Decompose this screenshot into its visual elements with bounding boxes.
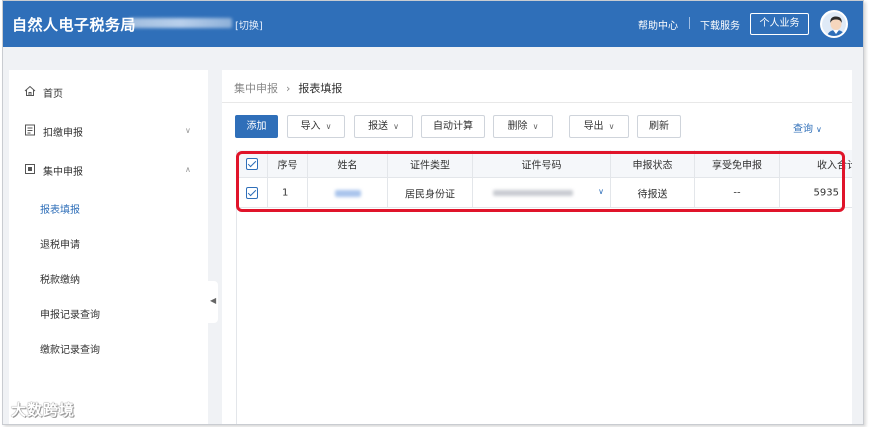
chevron-left-icon: ◀: [210, 296, 217, 305]
document-icon: [25, 124, 35, 136]
watermark-text: 大数跨境: [11, 401, 76, 419]
help-center-link[interactable]: 帮助中心: [638, 17, 678, 32]
download-service-link[interactable]: 下载服务: [700, 17, 740, 32]
blurred-id-number: [493, 189, 573, 196]
column-header: 申报状态: [611, 150, 695, 177]
index-cell: 1: [268, 178, 308, 207]
chevron-down-icon: ∨: [185, 126, 191, 135]
chevron-down-icon: ∨: [393, 122, 399, 131]
name-cell: [308, 178, 388, 207]
sidebar-subitem-tax-payment[interactable]: 税款缴纳: [40, 271, 80, 286]
sidebar-collapse-handle[interactable]: ◀: [208, 281, 218, 323]
export-button-label: 导出: [583, 121, 604, 132]
query-label: 查询: [793, 124, 813, 135]
breadcrumb-separator: ›: [286, 82, 291, 95]
app-window: 自然人电子税务局 [切换] 帮助中心 下载服务 个人业务 首页 扣缴申报 ∨ 集…: [2, 0, 864, 425]
user-avatar[interactable]: [820, 10, 848, 38]
site-brand: 自然人电子税务局: [12, 16, 137, 34]
submit-button[interactable]: 报送 ∨: [354, 115, 413, 138]
auto-calc-button[interactable]: 自动计算: [421, 115, 485, 138]
id-type-cell: 居民身份证: [388, 178, 473, 207]
query-toggle[interactable]: 查询 ∨: [793, 120, 822, 135]
exempt-cell: --: [695, 178, 780, 207]
table-header-row: 序号 姓名 证件类型 证件号码 申报状态 享受免申报 收入合计: [237, 150, 852, 178]
chevron-down-icon: ∨: [532, 122, 539, 131]
column-header: 证件类型: [388, 150, 473, 177]
delete-button-label: 删除: [507, 121, 528, 132]
refresh-button[interactable]: 刷新: [637, 115, 681, 138]
column-header: 收入合计: [817, 160, 852, 171]
export-button[interactable]: 导出 ∨: [569, 115, 629, 138]
sidebar-item-label: 首页: [43, 89, 63, 100]
sidebar-item-home[interactable]: 首页: [9, 77, 208, 107]
chevron-down-icon: ∨: [816, 125, 822, 134]
column-header: 序号: [268, 150, 308, 177]
personal-business-button[interactable]: 个人业务: [750, 13, 809, 35]
delete-button[interactable]: 删除 ∨: [493, 115, 553, 138]
select-all-cell: [237, 150, 268, 177]
chevron-down-icon: ∨: [325, 122, 332, 131]
column-header: 姓名: [308, 150, 388, 177]
id-number-cell: ∨: [473, 178, 611, 207]
avatar-icon: [822, 12, 846, 36]
top-header: 自然人电子税务局 [切换] 帮助中心 下载服务 个人业务: [3, 1, 863, 47]
breadcrumb: 集中申报 › 报表填报: [234, 80, 342, 96]
blurred-name: [334, 189, 361, 197]
sidebar-item-label: 集中申报: [43, 167, 83, 178]
table-row[interactable]: 1 居民身份证 ∨ 待报送 -- 5935: [237, 178, 852, 208]
submit-button-label: 报送: [368, 121, 389, 132]
refresh-button-label: 刷新: [649, 121, 669, 132]
chevron-up-icon: ∧: [185, 165, 191, 174]
auto-calc-button-label: 自动计算: [433, 121, 473, 132]
sidebar: 首页 扣缴申报 ∨ 集中申报 ∧ 报表填报 退税申请 税款缴纳 申报记录查询 缴…: [9, 70, 208, 424]
breadcrumb-parent[interactable]: 集中申报: [234, 82, 278, 95]
sidebar-item-label: 扣缴申报: [43, 128, 83, 139]
chevron-down-icon[interactable]: ∨: [598, 187, 604, 196]
add-button[interactable]: 添加: [235, 115, 278, 138]
breadcrumb-divider: [222, 102, 852, 103]
sidebar-subitem-payment-records[interactable]: 缴款记录查询: [40, 341, 100, 356]
add-button-label: 添加: [246, 121, 267, 132]
import-button[interactable]: 导入 ∨: [287, 115, 345, 138]
column-header: 证件号码: [473, 150, 611, 177]
select-all-checkbox[interactable]: [246, 157, 258, 170]
sidebar-subitem-refund[interactable]: 退税申请: [40, 236, 80, 251]
row-checkbox[interactable]: [246, 186, 258, 199]
sidebar-subitem-report-fill[interactable]: 报表填报: [40, 201, 80, 216]
header-divider: [689, 17, 690, 29]
sidebar-item-centralized[interactable]: 集中申报 ∧: [9, 155, 208, 185]
income-cell: 5935: [813, 187, 839, 198]
sidebar-item-withholding[interactable]: 扣缴申报 ∨: [9, 116, 208, 146]
blurred-username: [129, 18, 232, 28]
switch-account-link[interactable]: [切换]: [235, 17, 263, 32]
sidebar-subitem-declaration-records[interactable]: 申报记录查询: [40, 306, 100, 321]
row-select-cell: [237, 178, 268, 207]
column-header: 享受免申报: [695, 150, 780, 177]
import-button-label: 导入: [300, 121, 321, 132]
form-icon: [25, 164, 35, 174]
breadcrumb-current: 报表填报: [298, 82, 343, 95]
declaration-table: 序号 姓名 证件类型 证件号码 申报状态 享受免申报 收入合计 1 居民身份证 …: [236, 150, 852, 424]
home-icon: [24, 85, 36, 96]
status-cell: 待报送: [611, 178, 695, 207]
main-panel: 集中申报 › 报表填报 添加 导入 ∨ 报送 ∨ 自动计算 删除 ∨ 导出 ∨ 刷新 查询 ∨…: [222, 70, 852, 424]
chevron-down-icon: ∨: [608, 122, 615, 131]
